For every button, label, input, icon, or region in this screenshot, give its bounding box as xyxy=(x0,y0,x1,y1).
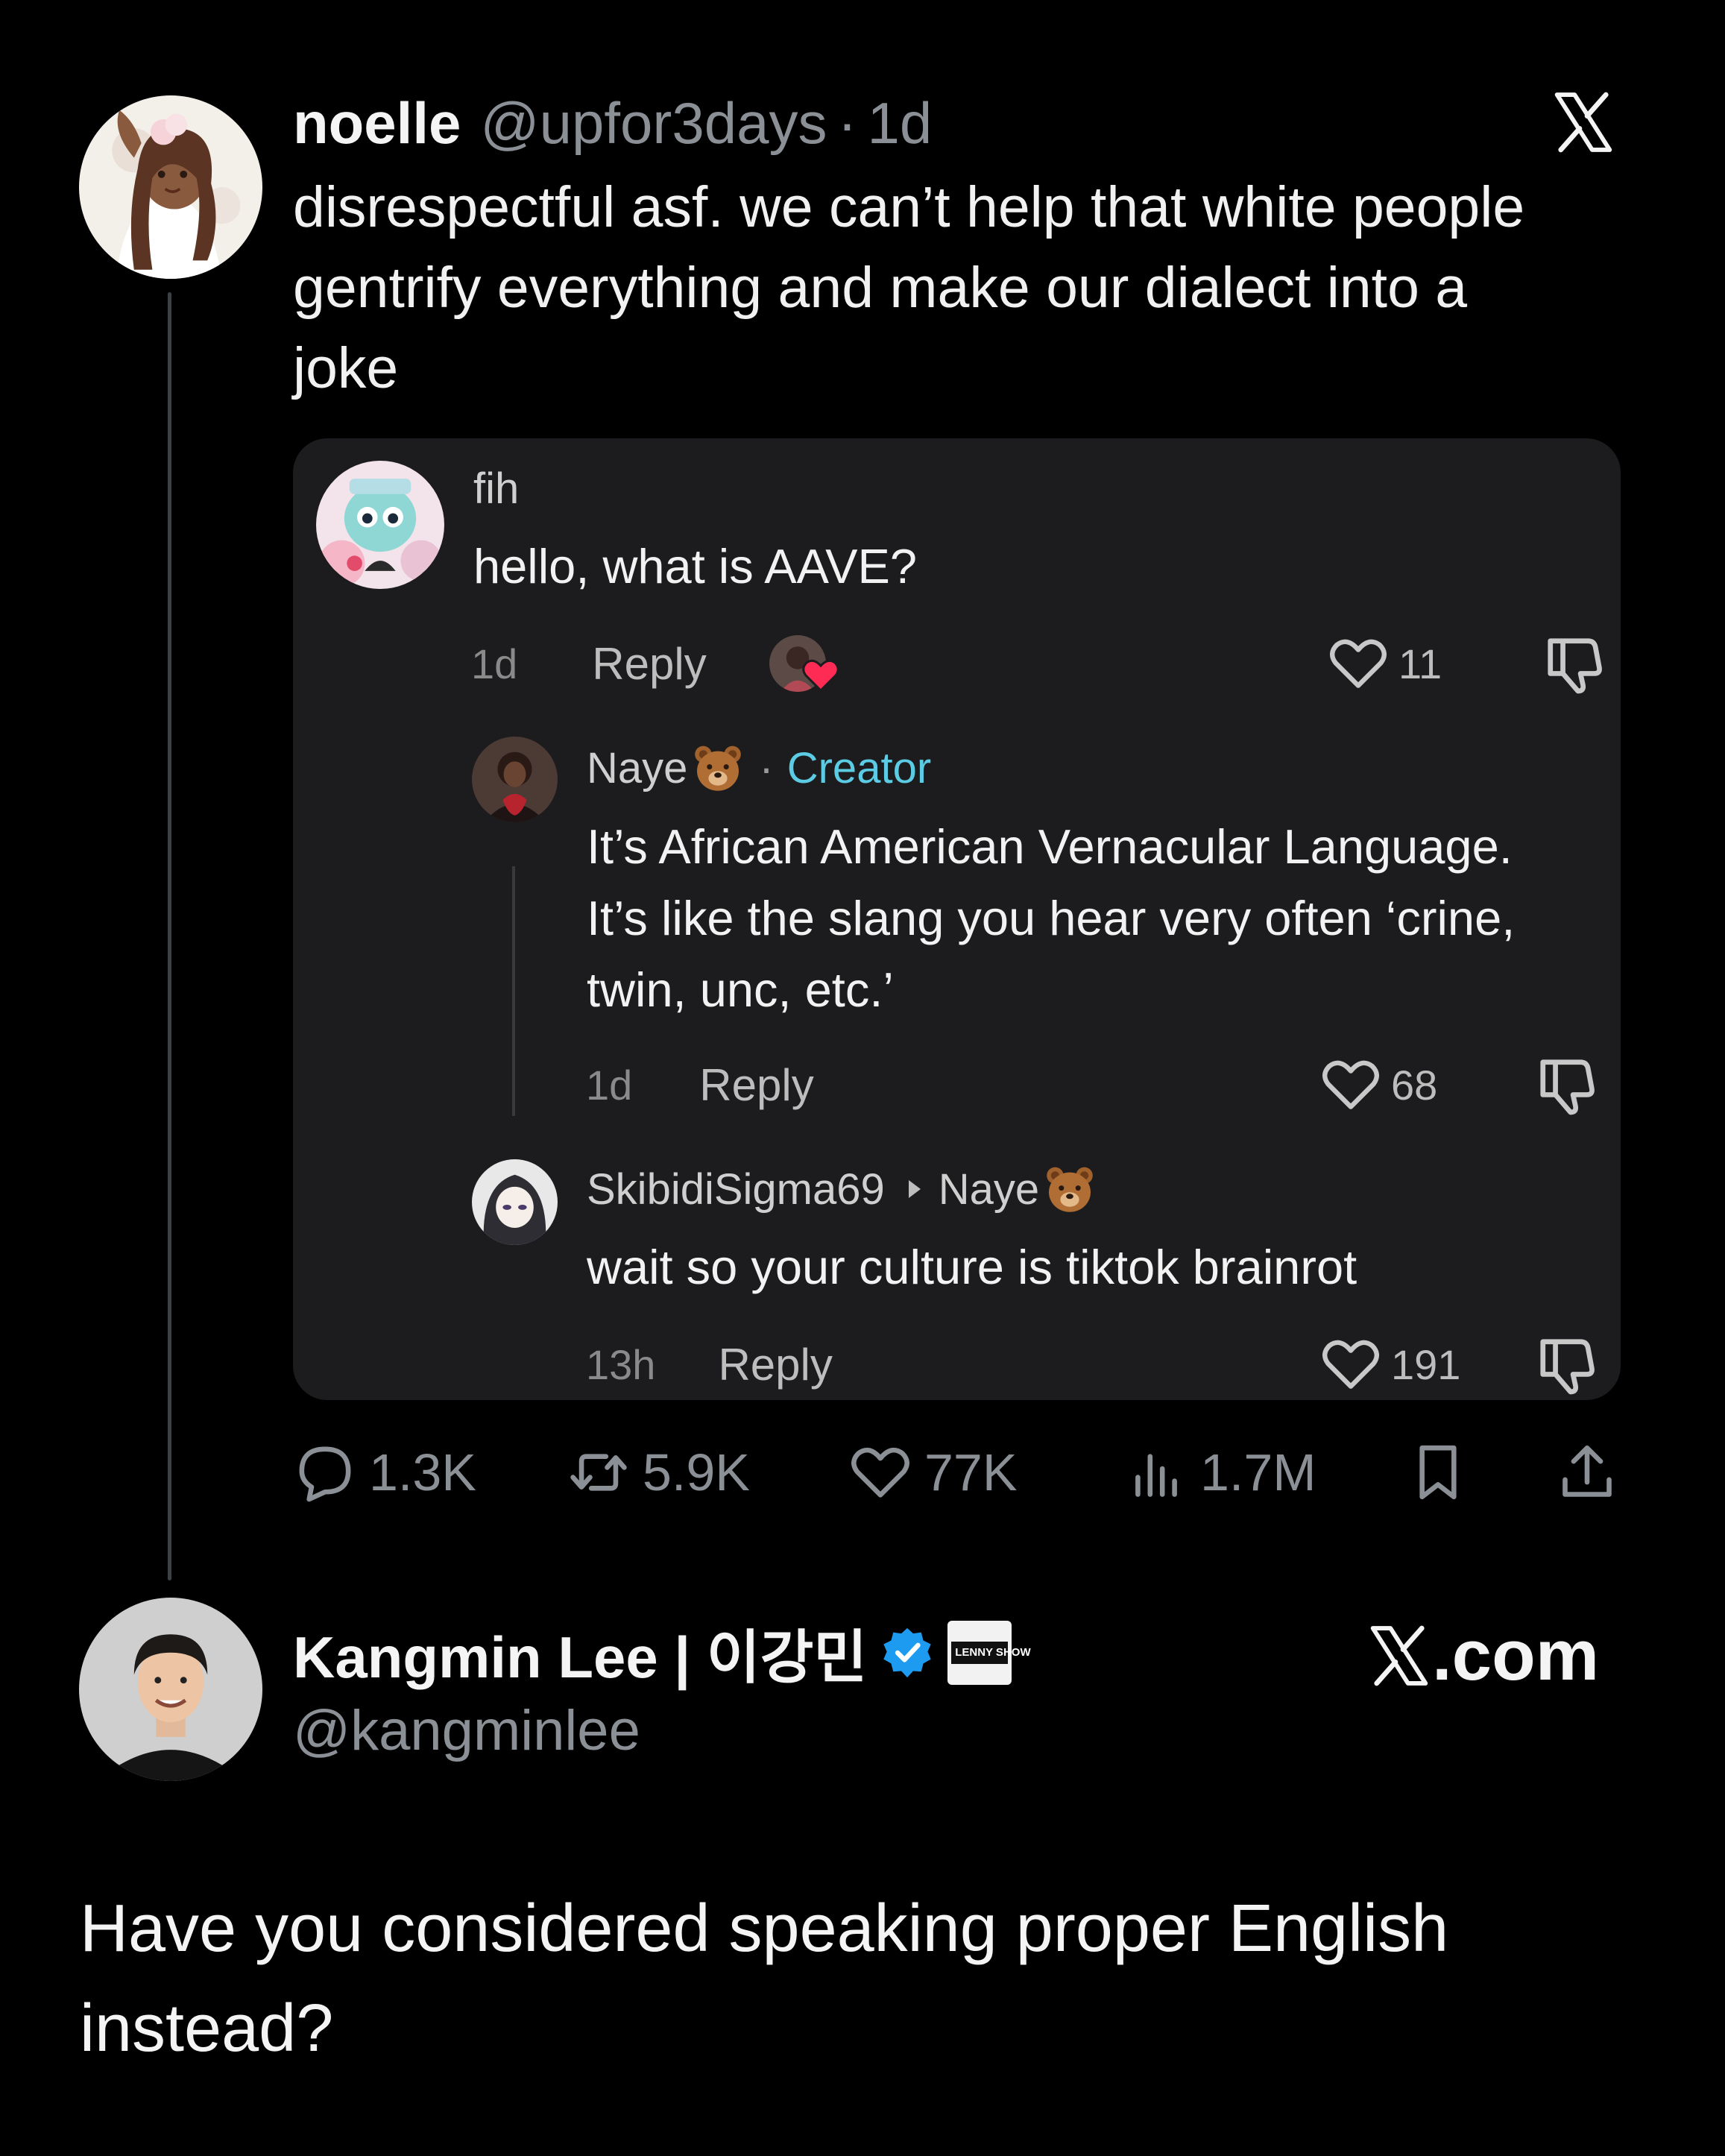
reply-button[interactable]: Reply xyxy=(718,1339,832,1390)
heart-outline-icon xyxy=(1330,639,1387,688)
heart-outline-icon xyxy=(851,1447,909,1498)
bookmark-action[interactable] xyxy=(1407,1439,1482,1506)
like-count: 11 xyxy=(1398,640,1442,687)
like-count: 77K xyxy=(924,1443,1018,1501)
views-chart-icon xyxy=(1135,1454,1177,1497)
affiliate-badge-label: LENNY SHOW xyxy=(951,1642,1031,1664)
share-icon xyxy=(1562,1445,1612,1497)
reply-thread-line xyxy=(512,866,515,1116)
comment-text: It’s African American Vernacular Languag… xyxy=(587,819,1516,1017)
reply-author-row: Kangmin Lee | 이강민 LENNY SHOW xyxy=(293,1619,1031,1690)
comment-time: 1d xyxy=(586,1061,633,1109)
noelle-avatar[interactable] xyxy=(79,95,262,279)
x-logo-icon xyxy=(1370,1625,1428,1686)
author-handle[interactable]: @kangminlee xyxy=(293,1698,640,1763)
comment-username[interactable]: SkibidiSigma69 xyxy=(587,1164,885,1214)
dislike-icon[interactable] xyxy=(1534,1333,1597,1396)
author-name[interactable]: Kangmin Lee | 이강민 xyxy=(293,1611,867,1695)
reply-to-username[interactable]: Naye xyxy=(939,1164,1039,1214)
comment-time: 13h xyxy=(586,1340,656,1388)
naye-avatar[interactable] xyxy=(472,737,558,822)
reply-button[interactable]: Reply xyxy=(699,1059,813,1111)
comment-meta: 1d Reply xyxy=(586,1055,814,1115)
comment-time: 1d xyxy=(471,640,518,687)
comment-text: wait so your culture is tiktok brainrot xyxy=(587,1240,1357,1294)
tweet-text: disrespectful asf. we can’t help that wh… xyxy=(293,175,1525,400)
author-name[interactable]: noelle xyxy=(293,89,461,157)
reply-button[interactable]: Reply xyxy=(592,638,706,690)
comment-username[interactable]: fih xyxy=(473,462,519,514)
tweet-header: noelle @upfor3days · 1d xyxy=(293,88,932,158)
views-action[interactable]: 1.7M xyxy=(1126,1439,1316,1506)
creator-heart-icon xyxy=(802,658,839,693)
comment-username-row: Naye · Creator xyxy=(587,742,931,794)
dislike-icon[interactable] xyxy=(1542,632,1604,695)
affiliate-badge[interactable]: LENNY SHOW xyxy=(947,1621,1031,1685)
bookmark-icon xyxy=(1419,1445,1457,1500)
tweet-time[interactable]: 1d xyxy=(868,89,933,157)
reply-arrow-icon xyxy=(907,1179,922,1199)
reply-action[interactable]: 1.3K xyxy=(294,1439,476,1506)
comment-text: hello, what is AAVE? xyxy=(473,539,917,593)
bear-emoji-icon xyxy=(690,742,745,794)
like-button[interactable]: 191 xyxy=(1321,1334,1460,1394)
comment-meta: 1d Reply xyxy=(471,634,707,693)
heart-outline-icon xyxy=(1322,1340,1379,1389)
like-button[interactable]: 68 xyxy=(1321,1055,1437,1115)
views-count: 1.7M xyxy=(1200,1443,1316,1501)
repost-action[interactable]: 5.9K xyxy=(568,1439,750,1506)
share-action[interactable] xyxy=(1557,1439,1631,1506)
brand-domain-text: .com xyxy=(1432,1616,1600,1695)
like-button[interactable]: 11 xyxy=(1328,634,1442,693)
skibidisigma-avatar[interactable] xyxy=(472,1159,558,1245)
dislike-icon[interactable] xyxy=(1534,1053,1597,1116)
kangmin-avatar[interactable] xyxy=(79,1598,262,1781)
heart-outline-icon xyxy=(1322,1060,1379,1109)
author-handle[interactable]: @upfor3days xyxy=(480,89,827,157)
comment-username[interactable]: Naye xyxy=(587,743,687,793)
reply-count: 1.3K xyxy=(369,1443,476,1501)
reply-tweet-text: Have you considered speaking proper Engl… xyxy=(80,1891,1449,2066)
repost-icon xyxy=(570,1454,627,1491)
thread-connector-line xyxy=(168,292,171,1580)
comment-meta: 13h Reply xyxy=(586,1334,833,1394)
like-action[interactable]: 77K xyxy=(850,1439,1018,1506)
x-com-brand: .com xyxy=(1368,1615,1599,1697)
like-count: 191 xyxy=(1391,1340,1461,1388)
verified-badge-icon xyxy=(880,1626,934,1680)
meta-separator: · xyxy=(759,743,774,792)
like-count: 68 xyxy=(1391,1061,1438,1109)
meta-separator: · xyxy=(837,89,857,156)
repost-count: 5.9K xyxy=(643,1443,750,1501)
x-logo-icon xyxy=(1551,91,1616,154)
fih-avatar[interactable] xyxy=(316,461,444,589)
comment-username-row: SkibidiSigma69 Naye xyxy=(587,1163,1097,1215)
creator-badge: Creator xyxy=(786,743,932,792)
reply-icon xyxy=(299,1446,351,1502)
bear-emoji-icon xyxy=(1042,1163,1097,1215)
